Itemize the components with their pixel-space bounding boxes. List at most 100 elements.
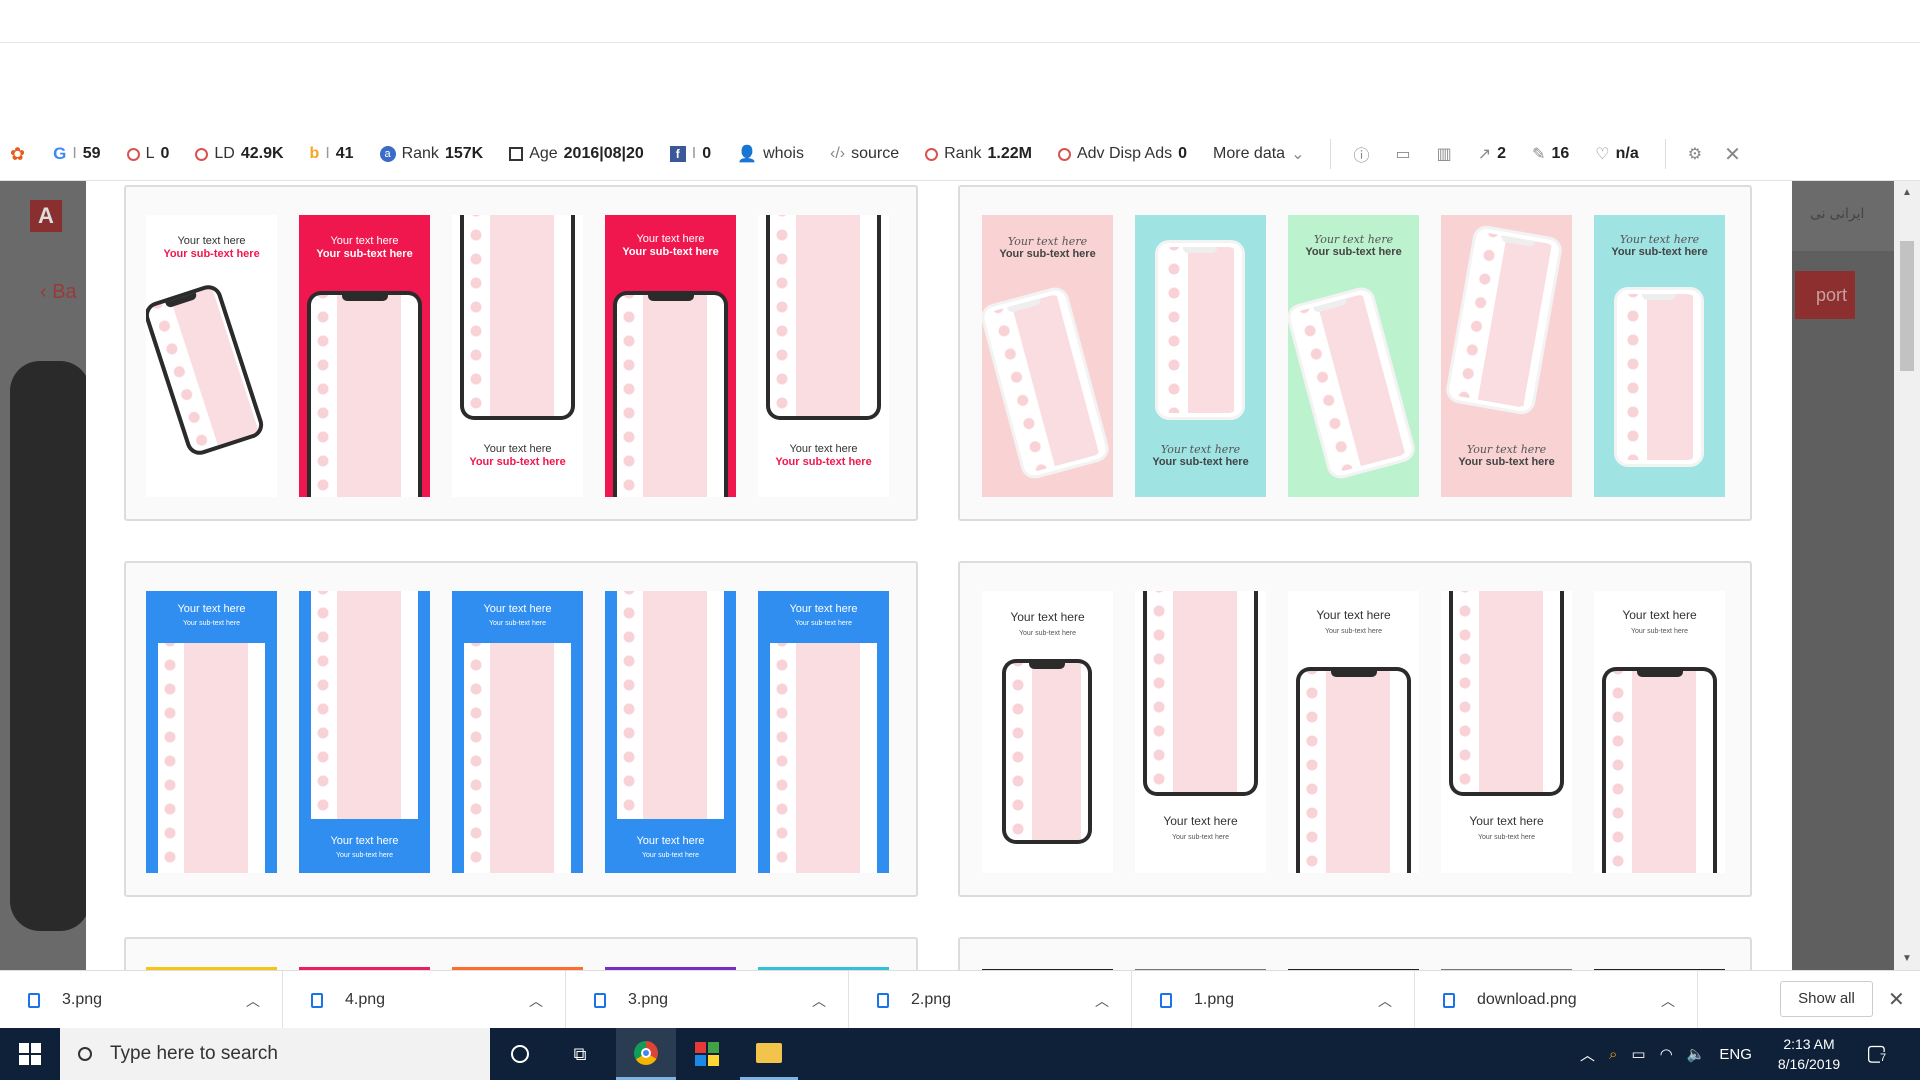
download-item[interactable]: 3.png ︿ xyxy=(0,971,283,1029)
file-explorer-button[interactable] xyxy=(740,1028,798,1080)
seoquake-logo-icon[interactable]: ✿ xyxy=(10,144,25,165)
browser-content-top xyxy=(0,0,1920,128)
google-index-item[interactable]: G I 59 xyxy=(53,144,100,164)
info-button[interactable]: ⓘ xyxy=(1353,142,1369,166)
export-button[interactable]: port xyxy=(1795,271,1855,319)
chrome-taskbar-button[interactable] xyxy=(616,1028,676,1080)
monitor-icon: ▭ xyxy=(1395,146,1411,163)
download-item[interactable]: 1.png ︿ xyxy=(1132,971,1415,1029)
template-thumb[interactable]: Your text here Your sub-text here xyxy=(1594,215,1725,497)
template-thumb[interactable]: Your text here Your sub-text here xyxy=(1135,215,1266,497)
template-thumb[interactable]: Your text here Your sub-text here xyxy=(982,591,1113,873)
chevron-up-icon[interactable]: ︿ xyxy=(1580,1044,1595,1065)
battery-icon[interactable]: ▭ xyxy=(1631,1045,1645,1063)
chevron-down-icon: ⌄ xyxy=(1291,146,1305,163)
download-item[interactable]: 4.png ︿ xyxy=(283,971,566,1029)
more-data-dropdown[interactable]: More data ⌄ xyxy=(1213,144,1304,164)
density-button[interactable]: ▭ xyxy=(1395,144,1410,164)
bing-index-item[interactable]: b I 41 xyxy=(310,145,354,163)
template-thumb[interactable]: Your text here Your sub-text here xyxy=(1135,591,1266,873)
chevron-up-icon[interactable]: ︿ xyxy=(1095,991,1109,1011)
template-group-3[interactable]: Your text here Your sub-text here Your t… xyxy=(124,561,918,897)
clock[interactable]: 2:13 AM 8/16/2019 xyxy=(1764,1034,1854,1074)
template-thumb[interactable]: Your text here Your sub-text here xyxy=(1594,591,1725,873)
cortana-button[interactable] xyxy=(492,1028,548,1080)
template-group-5[interactable] xyxy=(124,937,918,970)
template-thumb[interactable]: Your text here Your sub-text here xyxy=(982,215,1113,497)
taskbar-search[interactable]: Type here to search xyxy=(60,1028,490,1080)
template-thumb[interactable]: Your text here Your sub-text here xyxy=(758,215,889,497)
chevron-up-icon[interactable]: ︿ xyxy=(529,991,543,1011)
ld-item[interactable]: LD 42.9K xyxy=(195,145,284,163)
scrollbar-thumb[interactable] xyxy=(1900,241,1914,371)
language-indicator[interactable]: ENG xyxy=(1719,1046,1752,1063)
diagnosis-button[interactable]: ▥ xyxy=(1437,144,1452,164)
download-item[interactable]: 2.png ︿ xyxy=(849,971,1132,1029)
phone-mockup xyxy=(1288,284,1418,482)
phone-mockup xyxy=(613,291,728,497)
adv-disp-ads-item[interactable]: Adv Disp Ads 0 xyxy=(1057,145,1187,163)
edit-icon: ✎ xyxy=(1532,146,1546,163)
template-group-6[interactable] xyxy=(958,937,1752,970)
facebook-item[interactable]: fI0 xyxy=(669,145,711,163)
scroll-up-icon[interactable]: ▲ xyxy=(1902,187,1912,198)
download-item[interactable]: download.png ︿ xyxy=(1415,971,1698,1029)
settings-button[interactable]: ⚙ xyxy=(1688,144,1702,164)
template-thumb[interactable]: Your text here Your sub-text here xyxy=(1441,591,1572,873)
file-icon xyxy=(1160,992,1172,1008)
web-archive-item[interactable]: ♡ n/a xyxy=(1595,144,1638,164)
semrush-rank-item[interactable]: Rank 1.22M xyxy=(925,145,1032,163)
alexa-rank-item[interactable]: a Rank 157K xyxy=(379,145,483,163)
internal-links-item[interactable]: ✎ 16 xyxy=(1532,144,1569,164)
template-thumb[interactable]: Your text here Your sub-text here xyxy=(1288,591,1419,873)
circle-icon xyxy=(925,147,939,161)
app-logo: A xyxy=(30,200,62,232)
source-link[interactable]: ‹/› source xyxy=(830,145,899,163)
windows-taskbar: Type here to search ⧉ ︿ ⌕ ▭ ◠ 🔈 ENG 2:13… xyxy=(0,1028,1920,1080)
back-link[interactable]: ‹ Ba xyxy=(40,281,77,304)
volume-icon[interactable]: 🔈 xyxy=(1687,1045,1706,1063)
circle-icon xyxy=(126,147,140,161)
whois-link[interactable]: 👤 whois xyxy=(737,144,804,164)
template-thumb[interactable]: Your text here Your sub-text here xyxy=(452,591,583,873)
template-thumb[interactable]: Your text here Your sub-text here xyxy=(146,215,277,497)
template-group-1[interactable]: Your text here Your sub-text here Your t… xyxy=(124,185,918,521)
page-scrollbar[interactable]: ▲ ▼ xyxy=(1894,181,1920,970)
show-all-button[interactable]: Show all xyxy=(1780,981,1873,1017)
search-app-icon[interactable]: ⌕ xyxy=(1609,1046,1617,1063)
template-thumb[interactable]: Your text here Your sub-text here xyxy=(605,215,736,497)
scroll-down-icon[interactable]: ▼ xyxy=(1902,953,1912,964)
external-link-icon: ↗ xyxy=(1477,146,1492,163)
start-button[interactable] xyxy=(0,1028,60,1080)
task-view-button[interactable]: ⧉ xyxy=(552,1028,608,1080)
close-toolbar-button[interactable]: ✕ xyxy=(1724,142,1741,167)
wifi-icon[interactable]: ◠ xyxy=(1660,1045,1673,1063)
phone-mockup xyxy=(1614,287,1704,467)
template-thumb[interactable]: Your text here Your sub-text here xyxy=(605,591,736,873)
template-group-4[interactable]: Your text here Your sub-text here Your t… xyxy=(958,561,1752,897)
chevron-up-icon[interactable]: ︿ xyxy=(812,991,826,1011)
age-item[interactable]: Age 2016|08|20 xyxy=(509,145,644,163)
chevron-up-icon[interactable]: ︿ xyxy=(1661,991,1675,1011)
template-thumb[interactable]: Your text here Your sub-text here xyxy=(146,591,277,873)
template-thumb[interactable]: Your text here Your sub-text here xyxy=(452,215,583,497)
app-taskbar-button[interactable] xyxy=(678,1028,736,1080)
phone-mockup xyxy=(1002,659,1092,844)
download-item[interactable]: 3.png ︿ xyxy=(566,971,849,1029)
file-icon xyxy=(877,992,889,1008)
external-links-item[interactable]: ↗ 2 xyxy=(1478,144,1506,164)
close-icon[interactable]: ✕ xyxy=(1888,987,1905,1012)
template-thumb[interactable]: Your text here Your sub-text here xyxy=(299,215,430,497)
template-thumb[interactable]: Your text here Your sub-text here xyxy=(299,591,430,873)
template-group-2[interactable]: Your text here Your sub-text here Your t… xyxy=(958,185,1752,521)
chevron-up-icon[interactable]: ︿ xyxy=(246,991,260,1011)
screen-mockup xyxy=(311,591,418,819)
notifications-button[interactable]: ▢ 7 xyxy=(1866,1040,1892,1066)
chevron-up-icon[interactable]: ︿ xyxy=(1378,991,1392,1011)
template-thumb[interactable]: Your text here Your sub-text here xyxy=(758,591,889,873)
template-thumb[interactable]: Your text here Your sub-text here xyxy=(1441,215,1572,497)
l-item[interactable]: L0 xyxy=(126,145,169,163)
code-icon: ‹/› xyxy=(829,145,846,162)
template-thumb[interactable]: Your text here Your sub-text here xyxy=(1288,215,1419,497)
chart-icon: ▥ xyxy=(1436,146,1452,163)
